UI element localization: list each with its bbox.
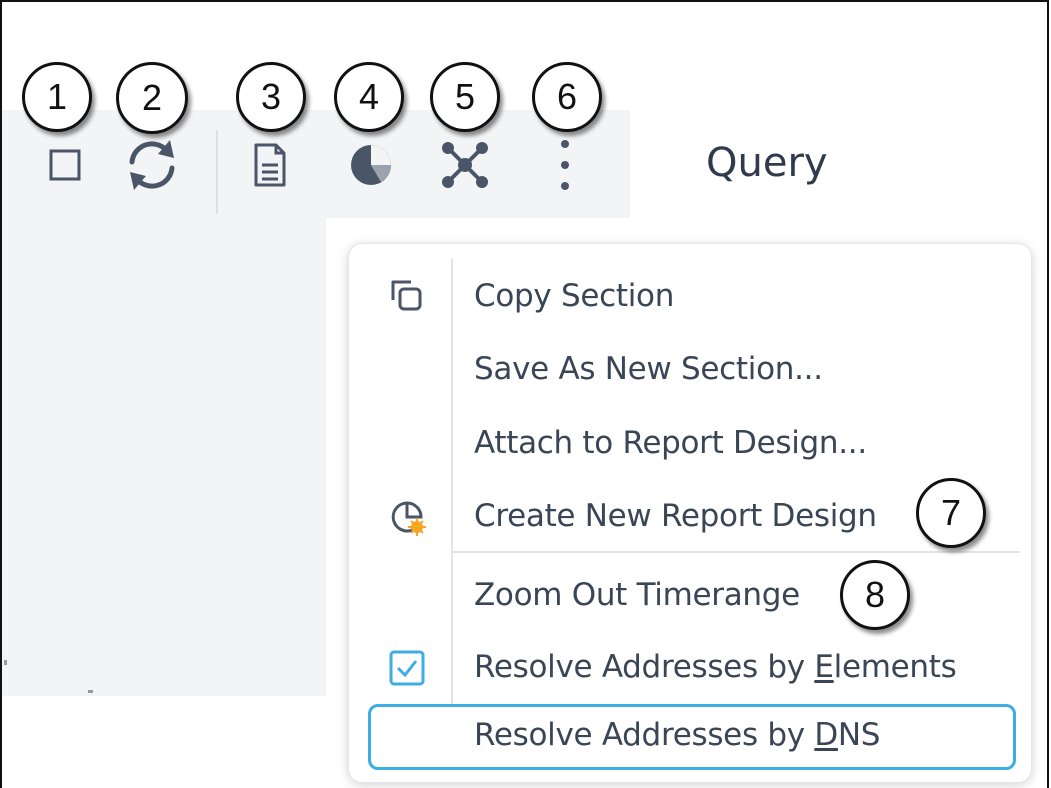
- query-label: Query: [706, 140, 828, 186]
- more-options-button[interactable]: [535, 135, 595, 195]
- menu-item-zoom-out-timerange[interactable]: Zoom Out Timerange: [474, 577, 800, 613]
- pie-chart-icon: [351, 145, 391, 185]
- document-icon: [254, 143, 286, 187]
- select-checkbox-button[interactable]: [35, 135, 95, 195]
- menu-item-label-prefix: Resolve Addresses by: [474, 649, 815, 685]
- callout-4: 4: [334, 62, 404, 132]
- menu-item-attach-to-report-design[interactable]: Attach to Report Design...: [474, 425, 867, 461]
- menu-item-resolve-by-dns[interactable]: Resolve Addresses by DNS: [368, 704, 1016, 770]
- menu-icon-column-divider: [451, 259, 453, 714]
- callout-2: 2: [116, 62, 188, 134]
- callout-7: 7: [916, 478, 986, 548]
- menu-item-label-prefix: Resolve Addresses by: [474, 717, 815, 753]
- callout-5: 5: [430, 62, 500, 132]
- toolbar-separator: [216, 130, 218, 214]
- network-graph-icon: [442, 142, 488, 188]
- menu-item-resolve-by-elements[interactable]: Resolve Addresses by Elements: [474, 649, 957, 685]
- pie-chart-button[interactable]: [341, 135, 401, 195]
- callout-1: 1: [22, 62, 92, 132]
- menu-item-resolve-by-dns-label: Resolve Addresses by DNS: [474, 717, 881, 753]
- refresh-button[interactable]: [122, 135, 182, 195]
- report-button[interactable]: [240, 135, 300, 195]
- left-panel: [2, 218, 326, 696]
- refresh-icon: [129, 140, 175, 190]
- panel-mark: [4, 660, 7, 665]
- menu-item-create-new-report-design[interactable]: Create New Report Design: [474, 498, 877, 534]
- callout-8: 8: [840, 560, 910, 630]
- network-graph-button[interactable]: [435, 135, 495, 195]
- menu-item-label-suffix: lements: [833, 649, 957, 685]
- panel-mark: [88, 690, 93, 693]
- menu-item-copy-section[interactable]: Copy Section: [474, 278, 674, 314]
- checkbox-icon: [49, 149, 81, 181]
- menu-item-label-suffix: NS: [837, 717, 881, 753]
- new-report-design-icon: [391, 501, 426, 536]
- callout-3: 3: [236, 62, 306, 132]
- menu-item-save-as-new-section[interactable]: Save As New Section...: [474, 351, 823, 387]
- menu-item-mnemonic: E: [814, 649, 834, 685]
- menu-item-mnemonic: D: [814, 717, 838, 753]
- callout-6: 6: [532, 62, 602, 132]
- more-vertical-icon: [561, 140, 569, 190]
- copy-icon: [391, 280, 422, 311]
- menu-separator: [451, 551, 1020, 553]
- checkbox-checked-icon[interactable]: [387, 648, 427, 688]
